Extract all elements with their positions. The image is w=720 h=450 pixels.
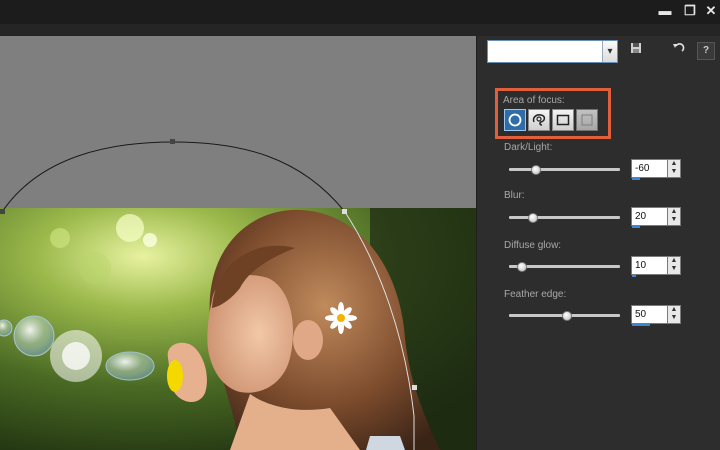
feather-edge-slider-thumb[interactable] [561,310,572,321]
blur-spinner[interactable]: ▲ ▼ [668,207,681,226]
diffuse-glow-label: Diffuse glow: [504,240,562,251]
diffuse-glow-value-bar [632,275,637,277]
diffuse-glow-spinner[interactable]: ▲ ▼ [668,256,681,275]
focus-shape-freehand[interactable] [528,109,550,131]
blur-value: 20 [635,211,647,222]
diffuse-glow-slider[interactable] [509,261,620,272]
close-button[interactable]: ✕ [702,2,720,20]
dark-light-slider[interactable] [509,164,620,175]
dark-light-value: -60 [635,163,650,174]
minimize-button[interactable]: ▬ [656,2,674,20]
dark-light-value-input[interactable]: -60 [631,159,668,180]
title-bar: ▬ ❐ ✕ [0,0,720,24]
diffuse-glow-slider-thumb[interactable] [517,261,528,272]
blur-value-bar [632,226,640,228]
feather-edge-value: 50 [635,309,647,320]
dark-light-slider-thumb[interactable] [530,164,541,175]
feather-edge-spinner[interactable]: ▲ ▼ [668,305,681,324]
focus-ellipse-overlay[interactable] [0,36,476,450]
settings-panel: ▾ ? Area of focus: Dark/Light: -60 ▲ ▼ B… [476,36,720,450]
focus-shape-circle[interactable] [504,109,526,131]
ellipse-handle-top[interactable] [170,139,175,144]
help-button[interactable]: ? [697,42,715,60]
blur-slider-thumb[interactable] [528,212,539,223]
blur-slider[interactable] [509,212,620,223]
feather-edge-value-bar [632,324,651,326]
app-window: ▬ ❐ ✕ ▾ ? Area of focus: Dark/Light: -60… [0,0,720,450]
circle-icon [508,113,522,127]
image-canvas[interactable] [0,36,476,450]
dark-light-spinner[interactable]: ▲ ▼ [668,159,681,178]
feather-edge-label: Feather edge: [504,289,567,300]
freehand-icon [532,114,546,126]
toolbar-strip [0,24,720,36]
ellipse-handle-left[interactable] [0,209,5,214]
save-preset-icon[interactable] [629,42,643,56]
rectangle-icon [556,114,570,126]
dark-light-label: Dark/Light: [504,142,553,153]
feather-edge-slider[interactable] [509,310,620,321]
ellipse-handle-right[interactable] [412,385,417,390]
chevron-down-icon[interactable]: ▾ [602,41,617,62]
focus-shape-rectangle[interactable] [552,109,574,131]
restore-button[interactable]: ❐ [681,2,699,20]
blur-label: Blur: [504,190,525,201]
remove-icon [581,114,593,126]
diffuse-glow-value: 10 [635,260,647,271]
reset-icon[interactable] [671,42,687,56]
preset-dropdown[interactable]: ▾ [487,40,618,63]
area-of-focus-label: Area of focus: [503,95,565,106]
feather-edge-value-input[interactable]: 50 [631,305,668,326]
ellipse-handle-corner[interactable] [342,209,347,214]
blur-value-input[interactable]: 20 [631,207,668,228]
diffuse-glow-value-input[interactable]: 10 [631,256,668,277]
dark-light-value-bar [632,178,641,180]
focus-shape-remove[interactable] [576,109,598,131]
